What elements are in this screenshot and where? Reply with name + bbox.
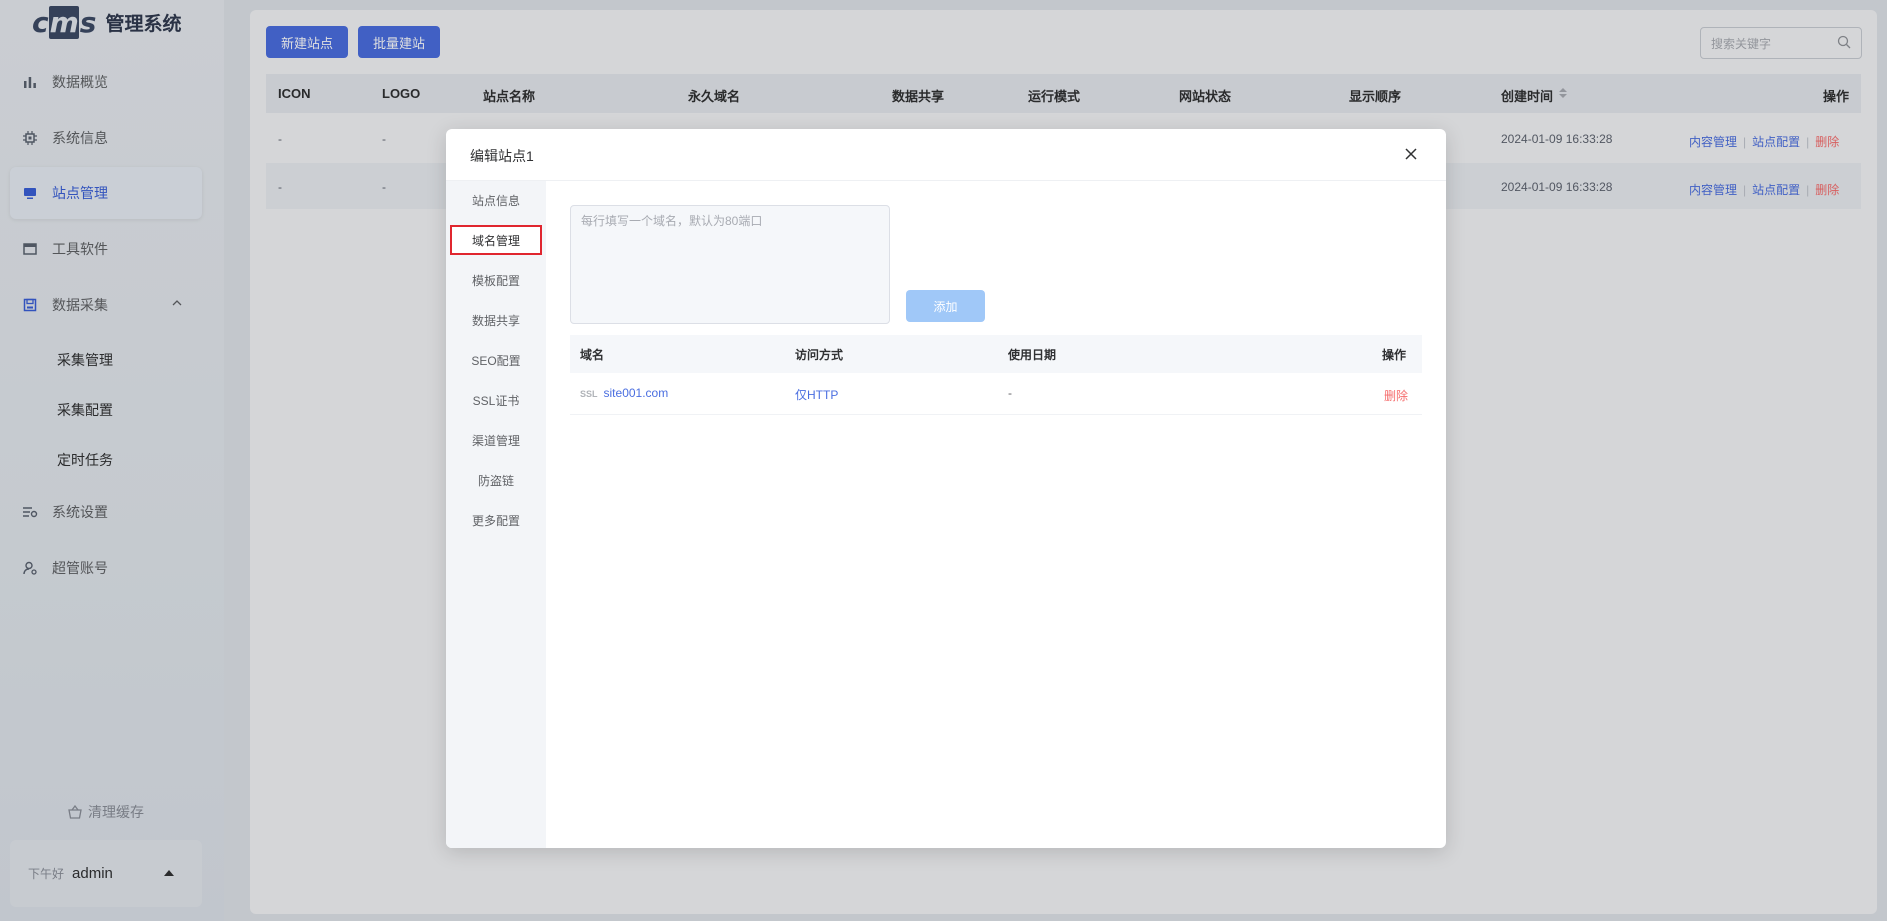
tab-seo-config[interactable]: SEO配置 <box>450 345 542 375</box>
dialog-tabs: 站点信息 域名管理 模板配置 数据共享 SEO配置 SSL证书 渠道管理 防盗链… <box>446 181 546 848</box>
dialog-title: 编辑站点1 <box>470 148 534 164</box>
close-icon[interactable] <box>1404 145 1418 166</box>
column-header: 操作 <box>1382 348 1407 362</box>
column-header: 访问方式 <box>795 348 844 362</box>
tab-ssl-cert[interactable]: SSL证书 <box>450 385 542 415</box>
tab-site-info[interactable]: 站点信息 <box>450 185 542 215</box>
domain-link[interactable]: site001.com <box>604 386 669 400</box>
dialog-divider <box>446 180 1446 181</box>
domain-table-header: 域名 访问方式 使用日期 操作 <box>570 335 1422 373</box>
tab-more-config[interactable]: 更多配置 <box>450 505 542 535</box>
add-button[interactable]: 添加 <box>906 290 985 322</box>
domain-textarea[interactable]: 每行填写一个域名，默认为80端口 <box>570 205 890 324</box>
column-header: 域名 <box>580 348 605 362</box>
access-mode-link[interactable]: 仅HTTP <box>795 386 838 403</box>
tab-channel-management[interactable]: 渠道管理 <box>450 425 542 455</box>
domain-cell: SSL site001.com <box>580 386 668 400</box>
tab-domain-management[interactable]: 域名管理 <box>450 225 542 255</box>
usage-date: - <box>1008 386 1012 400</box>
ssl-badge: SSL <box>580 389 598 399</box>
delete-domain-link[interactable]: 删除 <box>1384 387 1408 404</box>
textarea-placeholder: 每行填写一个域名，默认为80端口 <box>581 214 763 228</box>
tab-anti-leech[interactable]: 防盗链 <box>450 465 542 495</box>
column-header: 使用日期 <box>1008 348 1057 362</box>
edit-site-dialog: 编辑站点1 站点信息 域名管理 模板配置 数据共享 SEO配置 SSL证书 渠道… <box>446 129 1446 848</box>
tab-template-config[interactable]: 模板配置 <box>450 265 542 295</box>
table-row: SSL site001.com 仅HTTP - 删除 <box>570 373 1422 415</box>
tab-data-sharing[interactable]: 数据共享 <box>450 305 542 335</box>
